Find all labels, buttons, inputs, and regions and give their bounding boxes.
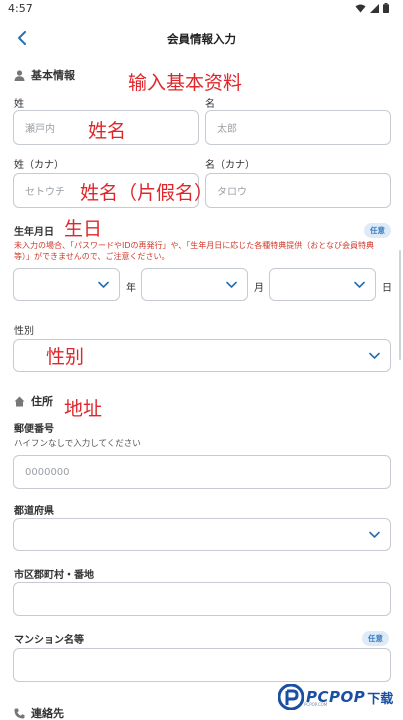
watermark: PCPOP 下载 PCPOP.COM	[278, 684, 393, 710]
battery-icon	[383, 3, 389, 13]
contact-title: 連絡先	[31, 707, 64, 720]
address-heading: 住所	[14, 393, 53, 409]
person-icon	[14, 69, 25, 81]
postal-hint: ハイフンなしで入力してください	[14, 439, 141, 449]
chevron-down-icon	[226, 281, 237, 288]
last-name-label: 姓	[14, 99, 24, 110]
chevron-down-icon	[98, 281, 109, 288]
day-unit: 日	[382, 283, 392, 294]
annotation-kana: 姓名（片假名）	[80, 182, 214, 204]
chevron-down-icon	[369, 531, 380, 538]
wifi-icon	[355, 4, 366, 12]
last-kana-label: 姓（カナ）	[14, 160, 64, 171]
status-icons	[355, 3, 389, 13]
first-name-label: 名	[205, 99, 215, 110]
address-title: 住所	[31, 395, 53, 408]
birthday-optional-badge: 任意	[364, 223, 391, 238]
annotation-gender: 性别	[46, 346, 85, 368]
page-title: 会員情報入力	[167, 32, 236, 46]
watermark-sub: PCPOP.COM	[304, 702, 328, 707]
scrollbar[interactable]	[399, 250, 401, 360]
annotation-address: 地址	[64, 398, 103, 420]
home-icon	[14, 396, 25, 406]
mansion-optional-badge: 任意	[362, 631, 389, 646]
first-kana-input[interactable]: タロウ	[205, 173, 391, 208]
chevron-down-icon	[354, 281, 365, 288]
signal-icon	[370, 3, 379, 13]
birth-month-select[interactable]	[141, 268, 248, 301]
phone-icon	[14, 708, 25, 718]
annotation-basic: 输入基本资料	[128, 72, 243, 94]
annotation-birthday: 生日	[64, 218, 103, 240]
birthday-label: 生年月日	[14, 227, 54, 238]
mansion-label: マンション名等	[14, 635, 84, 646]
first-name-input[interactable]: 太郎	[205, 110, 391, 145]
month-unit: 月	[254, 283, 264, 294]
postal-input[interactable]: 0000000	[13, 455, 391, 489]
first-kana-label: 名（カナ）	[205, 160, 255, 171]
basic-info-title: 基本情報	[31, 69, 75, 82]
basic-info-heading: 基本情報	[14, 67, 75, 83]
mansion-input[interactable]	[13, 648, 391, 682]
birth-day-select[interactable]	[269, 268, 376, 301]
chevron-down-icon	[369, 352, 380, 359]
birth-year-select[interactable]	[13, 268, 120, 301]
annotation-name: 姓名	[88, 120, 127, 142]
year-unit: 年	[126, 283, 136, 294]
prefecture-label: 都道府県	[14, 506, 54, 517]
city-input[interactable]	[13, 582, 391, 616]
city-label: 市区郡町村・番地	[14, 570, 94, 581]
postal-label: 郵便番号	[14, 424, 54, 435]
watermark-cn: 下载	[367, 691, 394, 707]
birthday-warning: 未入力の場合、「パスワードやIDの再発行」や、「生年月日に応じた各種特典提供（お…	[14, 241, 375, 261]
pcpop-logo-icon	[278, 684, 304, 710]
contact-heading: 連絡先	[14, 705, 64, 720]
gender-label: 性別	[14, 326, 34, 337]
status-time: 4:57	[8, 2, 33, 15]
prefecture-select[interactable]	[13, 518, 391, 551]
